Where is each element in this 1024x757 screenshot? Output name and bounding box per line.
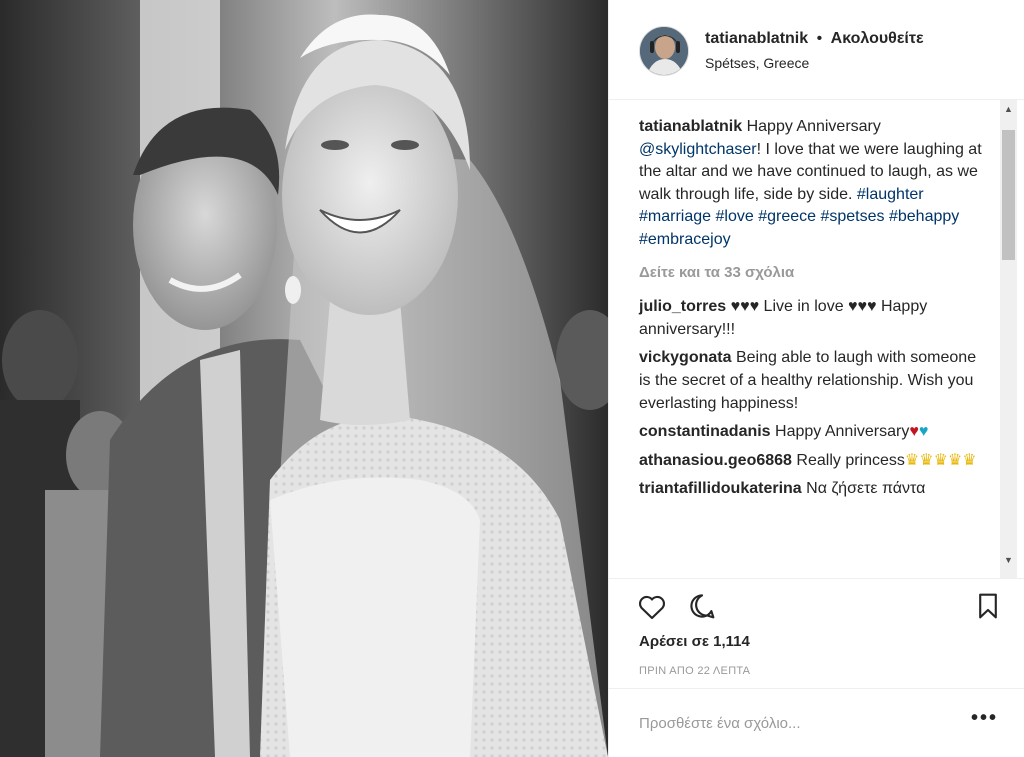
wedding-photo xyxy=(0,0,608,757)
following-button[interactable]: Ακολουθείτε xyxy=(831,30,924,47)
hashtag-link[interactable]: #laughter xyxy=(857,186,924,203)
hashtag-link[interactable]: #embracejoy xyxy=(639,231,731,248)
hashtag-link[interactable]: #love xyxy=(715,208,753,225)
comment-username-link[interactable]: vickygonata xyxy=(639,349,731,366)
caption-text-1: Happy Anniversary xyxy=(746,118,881,135)
likes-count[interactable]: Αρέσει σε 1,114 xyxy=(639,633,750,650)
comment-icon xyxy=(690,594,715,619)
blue-heart-emoji: ♥ xyxy=(918,423,929,441)
post-timestamp[interactable]: ΠΡΙΝ ΑΠΟ 22 ΛΕΠΤΑ xyxy=(639,665,750,677)
save-button[interactable] xyxy=(971,589,1005,623)
header-username-link[interactable]: tatianablatnik xyxy=(705,30,808,47)
comment-text: Really princess xyxy=(796,451,905,469)
scroll-down-arrow-icon[interactable]: ▼ xyxy=(1000,551,1017,568)
hashtag-link[interactable]: #greece xyxy=(758,208,816,225)
bookmark-icon xyxy=(979,593,997,619)
caption: tatianablatnik Happy Anniversary @skylig… xyxy=(639,116,989,252)
comment-username-link[interactable]: athanasiou.geo6868 xyxy=(639,452,792,469)
hashtag-link[interactable]: #spetses xyxy=(820,208,884,225)
comment-text: Να ζήσετε πάντα xyxy=(806,480,926,498)
hashtag-link[interactable]: #behappy xyxy=(889,208,959,225)
heart-icon xyxy=(639,595,665,620)
avatar-image-icon xyxy=(640,27,688,75)
location-link[interactable]: Spétses, Greece xyxy=(705,55,809,71)
header-title-row: tatianablatnik • Ακολουθείτε xyxy=(705,30,924,48)
caption-mention-link[interactable]: @skylightchaser xyxy=(639,141,757,158)
comment-username-link[interactable]: julio_torres xyxy=(639,298,726,315)
add-comment-section: ••• xyxy=(609,688,1024,757)
separator-dot: • xyxy=(816,30,823,47)
caption-username-link[interactable]: tatianablatnik xyxy=(639,118,742,135)
comment-button[interactable] xyxy=(685,589,719,623)
comment-item: triantafillidoukaterina Να ζήσετε πάντα xyxy=(639,478,989,501)
comment-item: vickygonata Being able to laugh with som… xyxy=(639,347,989,415)
comments-list: tatianablatnik Happy Anniversary @skylig… xyxy=(609,100,1024,578)
comment-username-link[interactable]: triantafillidoukaterina xyxy=(639,480,802,497)
avatar[interactable] xyxy=(639,26,689,76)
comment-item: constantinadanis Happy Anniversary♥♥ xyxy=(639,421,989,444)
red-heart-emoji: ♥ xyxy=(909,423,919,441)
post-side-panel: tatianablatnik • Ακολουθείτε Spétses, Gr… xyxy=(608,0,1024,757)
comment-item: julio_torres ♥♥♥ Live in love ♥♥♥ Happy … xyxy=(639,296,989,341)
comments-content: tatianablatnik Happy Anniversary @skylig… xyxy=(639,116,989,507)
comment-item: athanasiou.geo6868 Really princess♛♛♛♛♛ xyxy=(639,450,989,473)
scroll-up-arrow-icon[interactable]: ▲ xyxy=(1000,100,1017,117)
post-photo[interactable] xyxy=(0,0,608,757)
crown-emojis: ♛♛♛♛♛ xyxy=(904,451,977,469)
scrollbar-thumb[interactable] xyxy=(1002,130,1015,260)
comments-scrollbar[interactable]: ▲ ▼ xyxy=(1000,100,1017,578)
post-actions: Αρέσει σε 1,114 ΠΡΙΝ ΑΠΟ 22 ΛΕΠΤΑ xyxy=(609,578,1024,688)
like-button[interactable] xyxy=(635,589,669,623)
comment-username-link[interactable]: constantinadanis xyxy=(639,423,771,440)
view-all-comments-button[interactable]: Δείτε και τα 33 σχόλια xyxy=(639,262,989,285)
hashtag-link[interactable]: #marriage xyxy=(639,208,711,225)
comment-text: Happy Anniversary xyxy=(775,423,910,441)
add-comment-input[interactable] xyxy=(639,711,939,735)
more-options-icon[interactable]: ••• xyxy=(971,707,998,730)
post-header: tatianablatnik • Ακολουθείτε Spétses, Gr… xyxy=(609,0,1024,100)
